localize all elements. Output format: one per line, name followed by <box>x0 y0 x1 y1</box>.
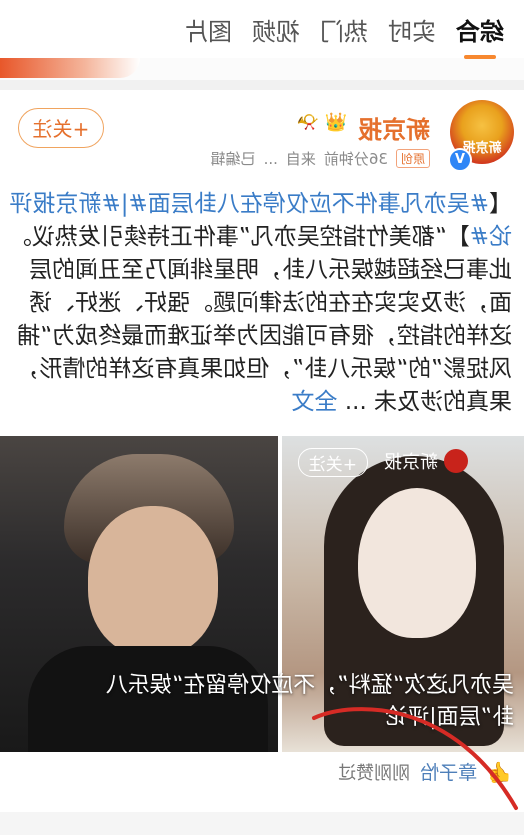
mirrored-screen: 综合 实时 热门 视频 图片 新京报 V 新京报 👑 📯 原创 36分钟前 来自… <box>0 0 524 835</box>
bottom-strip <box>0 812 524 835</box>
red-annotation-arc <box>312 707 518 810</box>
